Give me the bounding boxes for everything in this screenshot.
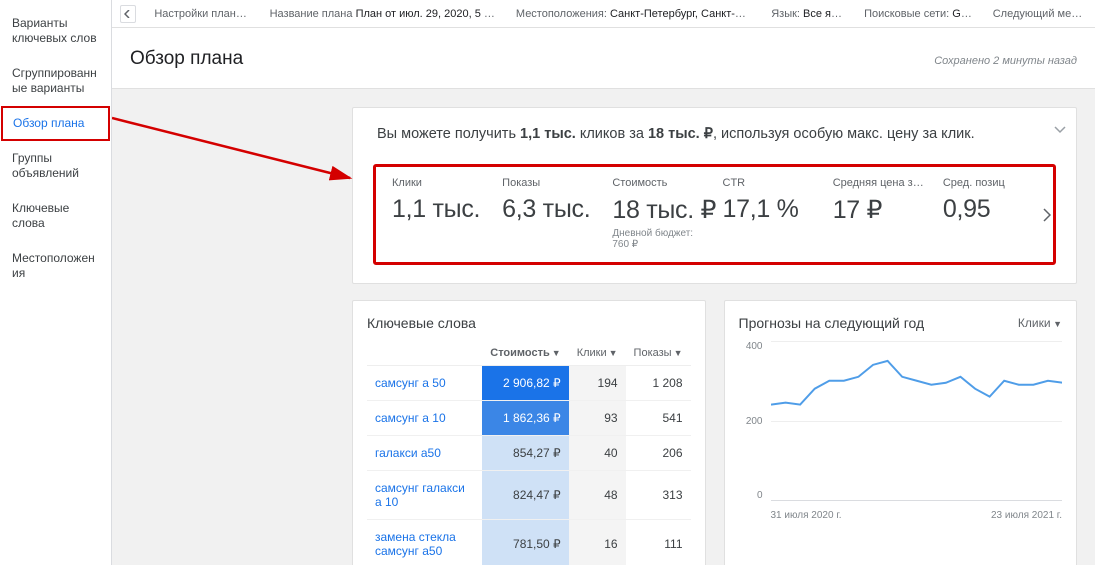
sidebar-item-locations[interactable]: Местоположения (0, 241, 111, 291)
page-header: Обзор плана Сохранено 2 минуты назад (112, 28, 1095, 89)
keyword-link[interactable]: самсунг галакси а 10 (367, 471, 482, 520)
table-row: самсунг а 50 2 906,82 ₽ 194 1 208 (367, 366, 691, 401)
plot-area (771, 341, 1063, 501)
expand-icon[interactable] (1054, 122, 1066, 137)
sidebar-item-plan-overview[interactable]: Обзор плана (1, 106, 110, 141)
col-cost[interactable]: Стоимость▼ (482, 341, 568, 366)
sidebar-item-ad-groups[interactable]: Группы объявлений (0, 141, 111, 191)
sidebar-item-keyword-ideas[interactable]: Варианты ключевых слов (0, 6, 111, 56)
table-row: самсунг галакси а 10 824,47 ₽ 48 313 (367, 471, 691, 520)
page-title: Обзор плана (130, 48, 243, 70)
plan-settings-bar: Настройки плана i Название плана План от… (112, 0, 1095, 28)
metric-cost[interactable]: Стоимость 18 тыс. ₽ Дневной бюджет: 760 … (604, 177, 714, 250)
back-button[interactable] (120, 5, 136, 23)
chevron-down-icon (1054, 126, 1066, 134)
metrics-next-button[interactable] (1039, 200, 1055, 230)
forecast-title: Прогнозы на следующий год (739, 315, 925, 331)
plan-period[interactable]: Следующий месяц 1 (993, 8, 1087, 20)
plan-name[interactable]: Название плана План от июл. 29, 2020, 5 … (270, 8, 498, 20)
forecast-metric-selector[interactable]: Клики (1018, 316, 1062, 330)
sidebar: Варианты ключевых слов Сгруппированные в… (0, 0, 112, 565)
col-clicks[interactable]: Клики▼ (569, 341, 626, 366)
keyword-link[interactable]: замена стекла самсунг а50 (367, 520, 482, 565)
metric-ctr[interactable]: CTR 17,1 % (715, 177, 825, 250)
forecast-chart: 400 200 0 31 июля 2020 г. 23 июля 2021 г… (739, 341, 1063, 521)
keyword-link[interactable]: самсунг а 50 (367, 366, 482, 401)
lower-cards: Ключевые слова Стоимость▼ Клики▼ Показы▼… (352, 300, 1077, 565)
chevron-left-icon (124, 10, 132, 18)
page-content: Обзор плана Сохранено 2 минуты назад Вы … (112, 28, 1095, 565)
plan-settings-label[interactable]: Настройки плана i (154, 7, 251, 21)
chevron-right-icon (1043, 208, 1051, 222)
keywords-title: Ключевые слова (367, 315, 691, 331)
info-icon: i (249, 7, 252, 21)
plan-language[interactable]: Язык: Все языки (771, 8, 846, 20)
sidebar-item-grouped-ideas[interactable]: Сгруппированные варианты (0, 56, 111, 106)
metric-clicks[interactable]: Клики 1,1 тыс. (384, 177, 494, 250)
summary-card: Вы можете получить 1,1 тыс. кликов за 18… (352, 107, 1077, 284)
metric-impressions[interactable]: Показы 6,3 тыс. (494, 177, 604, 250)
saved-indicator: Сохранено 2 минуты назад (934, 55, 1077, 67)
summary-headline: Вы можете получить 1,1 тыс. кликов за 18… (377, 126, 1056, 142)
metrics-row: Клики 1,1 тыс. Показы 6,3 тыс. Стоимость… (373, 164, 1056, 265)
table-row: самсунг а 10 1 862,36 ₽ 93 541 (367, 401, 691, 436)
keywords-card: Ключевые слова Стоимость▼ Клики▼ Показы▼… (352, 300, 706, 565)
forecast-card: Прогнозы на следующий год Клики 400 200 … (724, 300, 1078, 565)
x-axis-ticks: 31 июля 2020 г. 23 июля 2021 г. (771, 510, 1063, 521)
keywords-table: Стоимость▼ Клики▼ Показы▼ самсунг а 50 2… (367, 341, 691, 565)
sidebar-item-keywords[interactable]: Ключевые слова (0, 191, 111, 241)
y-axis-ticks: 400 200 0 (739, 341, 767, 501)
metric-avg-cpc[interactable]: Средняя цена за клик 17 ₽ (825, 177, 935, 250)
col-impressions[interactable]: Показы▼ (626, 341, 691, 366)
col-keyword (367, 341, 482, 366)
keyword-link[interactable]: галакси а50 (367, 436, 482, 471)
table-row: замена стекла самсунг а50 781,50 ₽ 16 11… (367, 520, 691, 565)
metric-avg-position[interactable]: Сред. позиц 0,95 (935, 177, 1045, 250)
keyword-link[interactable]: самсунг а 10 (367, 401, 482, 436)
plan-locations[interactable]: Местоположения: Санкт-Петербург, Санкт-П… (516, 8, 753, 20)
table-row: галакси а50 854,27 ₽ 40 206 (367, 436, 691, 471)
plan-networks[interactable]: Поисковые сети: Google (864, 8, 975, 20)
